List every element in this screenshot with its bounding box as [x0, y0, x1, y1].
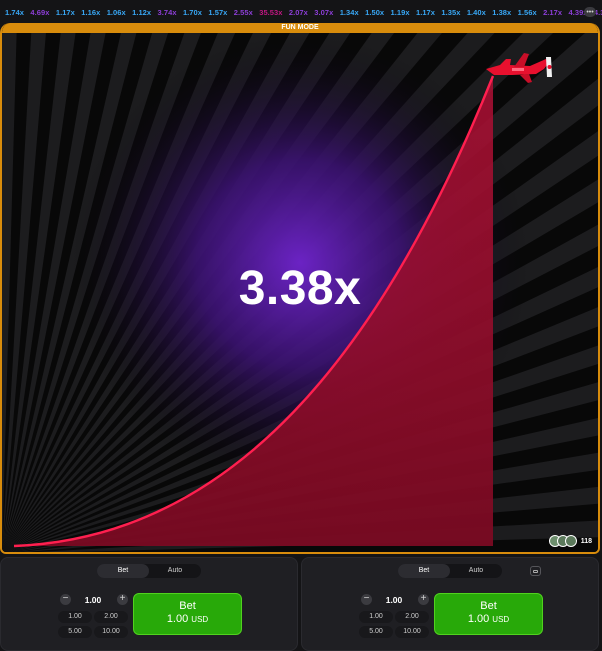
tab-auto[interactable]: Auto — [450, 564, 502, 578]
quick-amount-button[interactable]: 2.00 — [395, 611, 429, 623]
history-multiplier[interactable]: 1.16x — [81, 8, 100, 17]
history-multiplier[interactable]: 1.57x — [208, 8, 227, 17]
players-count: 118 — [580, 537, 592, 545]
history-multiplier[interactable]: 1.06x — [107, 8, 126, 17]
bet-button-amount: 1.00 USD — [166, 613, 209, 625]
bet-amount-stepper: − 1.00 + — [359, 594, 429, 608]
bet-panel-1: Bet Auto − 1.00 + 1.00 2.00 5.00 10.00 B… — [0, 557, 298, 651]
bet-panel-2: Bet Auto − 1.00 + 1.00 2.00 5.00 10.00 B… — [301, 557, 599, 651]
more-dots-icon[interactable]: ••• — [584, 7, 596, 17]
history-multiplier[interactable]: 3.07x — [314, 8, 333, 17]
bet-button[interactable]: Bet 1.00 USD — [434, 593, 543, 635]
history-multiplier[interactable]: 2.07x — [289, 8, 308, 17]
bet-button-amount: 1.00 USD — [467, 613, 510, 625]
bet-button-label: Bet — [480, 600, 497, 612]
tab-auto[interactable]: Auto — [149, 564, 201, 578]
bet-button[interactable]: Bet 1.00 USD — [133, 593, 242, 635]
history-multiplier[interactable]: 2.55x — [234, 8, 253, 17]
online-players: 118 — [548, 535, 592, 547]
history-multiplier[interactable]: 1.50x — [365, 8, 384, 17]
history-multiplier[interactable]: 35.53x — [259, 8, 282, 17]
history-multiplier[interactable]: 4.69x — [30, 8, 49, 17]
history-multiplier[interactable]: 1.17x — [56, 8, 75, 17]
quick-amount-button[interactable]: 2.00 — [94, 611, 128, 623]
history-multiplier[interactable]: 1.56x — [518, 8, 537, 17]
quick-amount-button[interactable]: 1.00 — [359, 611, 393, 623]
history-multiplier[interactable]: 3.74x — [158, 8, 177, 17]
current-multiplier: 3.38x — [238, 262, 362, 315]
quick-amounts: 1.00 2.00 5.00 10.00 — [359, 611, 429, 638]
quick-amount-button[interactable]: 5.00 — [58, 626, 92, 638]
tab-bet[interactable]: Bet — [398, 564, 450, 578]
multiplier-history-bar: 1.74x 4.69x 1.17x 1.16x 1.06x 1.12x 3.74x 1.70x… — [0, 0, 602, 24]
history-multiplier[interactable]: 1.34x — [340, 8, 359, 17]
quick-amount-button[interactable]: 10.00 — [94, 626, 128, 638]
fun-mode-banner: FUN MODE — [2, 23, 598, 33]
tab-bet[interactable]: Bet — [97, 564, 149, 578]
increase-amount-button[interactable]: + — [117, 594, 128, 605]
quick-amount-button[interactable]: 10.00 — [395, 626, 429, 638]
game-area: FUN MODE 3.38x 118 — [0, 23, 600, 554]
quick-amounts: 1.00 2.00 5.00 10.00 — [58, 611, 128, 638]
increase-amount-button[interactable]: + — [418, 594, 429, 605]
bet-amount-stepper: − 1.00 + — [58, 594, 128, 608]
history-multiplier[interactable]: 1.17x — [416, 8, 435, 17]
bet-mode-tabs: Bet Auto — [398, 564, 502, 578]
remove-panel-icon[interactable] — [530, 566, 541, 576]
history-multiplier[interactable]: 2.17x — [543, 8, 562, 17]
quick-amount-button[interactable]: 5.00 — [359, 626, 393, 638]
avatar — [564, 535, 577, 547]
quick-amount-button[interactable]: 1.00 — [58, 611, 92, 623]
history-multiplier[interactable]: 1.40x — [467, 8, 486, 17]
bet-mode-tabs: Bet Auto — [97, 564, 201, 578]
history-multiplier[interactable]: 1.70x — [183, 8, 202, 17]
history-multiplier[interactable]: 1.19x — [391, 8, 410, 17]
history-multiplier[interactable]: 1.38x — [492, 8, 511, 17]
history-multiplier[interactable]: 1.12x — [132, 8, 151, 17]
history-multiplier[interactable]: 1.35x — [441, 8, 460, 17]
history-multiplier[interactable]: 1.74x — [5, 8, 24, 17]
bet-button-label: Bet — [179, 600, 196, 612]
